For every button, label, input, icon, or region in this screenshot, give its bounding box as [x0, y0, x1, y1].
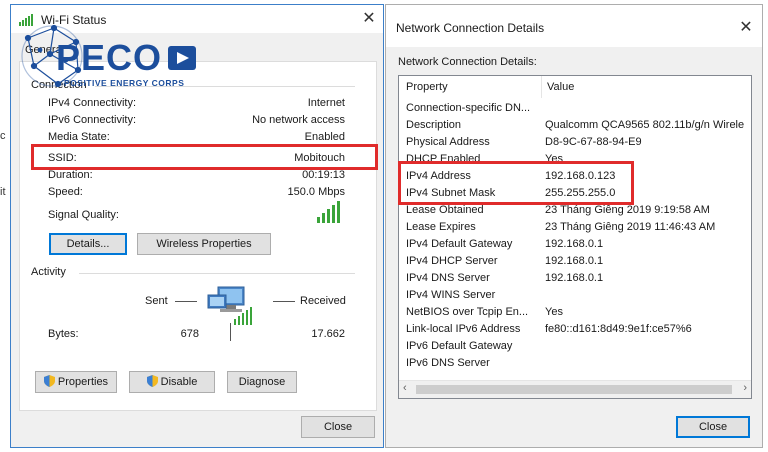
details-row-property: Description	[406, 119, 462, 131]
details-row-property: Lease Obtained	[406, 204, 484, 216]
details-row[interactable]: IPv6 DNS Server	[399, 355, 751, 372]
horizontal-scrollbar[interactable]: ‹ ›	[399, 380, 751, 398]
wifi-close-button[interactable]: Close	[301, 416, 375, 438]
details-window-title: Network Connection Details	[396, 21, 545, 35]
diagnose-button[interactable]: Diagnose	[227, 371, 297, 393]
duration-label: Duration:	[48, 169, 93, 181]
disable-button[interactable]: Disable	[129, 371, 215, 393]
ipv4-highlight-box	[398, 161, 634, 205]
uac-shield-icon	[43, 374, 55, 387]
details-row[interactable]: IPv4 Default Gateway 192.168.0.1	[399, 236, 751, 253]
details-row-property: IPv6 DNS Server	[406, 357, 490, 369]
details-caption: Network Connection Details:	[398, 56, 537, 68]
network-computers-icon	[206, 281, 258, 327]
details-row[interactable]: IPv4 WINS Server	[399, 287, 751, 304]
details-row-property: NetBIOS over Tcpip En...	[406, 306, 529, 318]
details-row[interactable]: NetBIOS over Tcpip En... Yes	[399, 304, 751, 321]
sent-line	[175, 301, 197, 302]
column-header-value[interactable]: Value	[547, 81, 574, 93]
signal-bar	[332, 205, 335, 223]
ipv4-connectivity-value: Internet	[307, 97, 345, 109]
details-row-property: IPv6 Default Gateway	[406, 340, 513, 352]
column-header-property[interactable]: Property	[406, 81, 448, 93]
ipv6-connectivity-value: No network access	[252, 114, 345, 126]
details-close-icon[interactable]: ✕	[734, 17, 758, 39]
details-row-value: D8-9C-67-88-94-E9	[545, 136, 642, 148]
details-row-property: Link-local IPv6 Address	[406, 323, 521, 335]
details-row[interactable]: IPv4 DHCP Server 192.168.0.1	[399, 253, 751, 270]
scroll-left-icon[interactable]: ‹	[403, 382, 407, 394]
bytes-sent-value: 678	[180, 328, 199, 340]
details-listview[interactable]: Property Value Connection-specific DN...…	[398, 75, 752, 399]
bytes-divider	[230, 323, 231, 341]
details-row-property: Physical Address	[406, 136, 490, 148]
details-row-value: 23 Tháng Giêng 2019 9:19:58 AM	[545, 204, 710, 216]
details-row-property: IPv4 Default Gateway	[406, 238, 513, 250]
activity-heading: Activity	[31, 266, 66, 278]
scroll-right-icon[interactable]: ›	[743, 382, 747, 394]
bytes-label: Bytes:	[48, 328, 79, 340]
sent-label: Sent	[145, 295, 168, 307]
background-fragment: c	[0, 130, 6, 142]
media-state-value: Enabled	[304, 131, 345, 143]
signal-bar	[327, 209, 330, 223]
details-row-value: Yes	[545, 306, 563, 318]
ssid-highlight-box	[31, 144, 378, 170]
wireless-properties-button[interactable]: Wireless Properties	[137, 233, 271, 255]
details-row[interactable]: Lease Expires 23 Tháng Giêng 2019 11:46:4…	[399, 219, 751, 236]
peco-logo: PECO POSITIVE ENERGY CORPS	[14, 14, 204, 96]
details-row-value: 23 Tháng Giêng 2019 11:46:43 AM	[545, 221, 716, 233]
properties-button-label: Properties	[57, 376, 109, 388]
ipv4-connectivity-label: IPv4 Connectivity:	[48, 97, 137, 109]
speed-value: 150.0 Mbps	[287, 186, 345, 198]
wifi-close-icon[interactable]: ✕	[357, 8, 381, 30]
network-details-window: Network Connection Details ✕ Network Con…	[385, 4, 763, 448]
details-row-value: 192.168.0.1	[545, 255, 604, 267]
uac-shield-icon	[146, 374, 158, 387]
details-row-value: 192.168.0.1	[545, 238, 604, 250]
properties-button[interactable]: Properties	[35, 371, 117, 393]
details-row[interactable]: Description Qualcomm QCA9565 802.11b/g/n …	[399, 117, 751, 134]
background-fragment: it	[0, 186, 6, 198]
received-label: Received	[300, 295, 346, 307]
details-row-value: Qualcomm QCA9565 802.11b/g/n Wirele	[545, 119, 745, 131]
details-row-property: IPv4 WINS Server	[406, 289, 496, 301]
details-close-button[interactable]: Close	[676, 416, 750, 438]
disable-button-label: Disable	[160, 376, 198, 388]
signal-bar	[337, 201, 340, 223]
media-state-label: Media State:	[48, 131, 110, 143]
details-row-property: IPv4 DNS Server	[406, 272, 490, 284]
ipv6-connectivity-label: IPv6 Connectivity:	[48, 114, 137, 126]
listview-header: Property Value	[399, 76, 751, 98]
peco-wordmark: PECO	[56, 37, 163, 78]
signal-quality-bars	[317, 201, 347, 223]
received-line	[273, 301, 295, 302]
details-row-value: 192.168.0.1	[545, 272, 604, 284]
peco-tagline: POSITIVE ENERGY CORPS	[64, 78, 185, 88]
duration-value: 00:19:13	[302, 169, 345, 181]
scrollbar-thumb[interactable]	[416, 385, 732, 394]
activity-divider	[79, 273, 355, 274]
signal-bar	[322, 213, 325, 223]
details-row-property: Connection-specific DN...	[406, 102, 531, 114]
details-row-value: fe80::d161:8d49:9e1f:ce57%6	[545, 323, 692, 335]
details-row[interactable]: IPv6 Default Gateway	[399, 338, 751, 355]
details-row-property: Lease Expires	[406, 221, 476, 233]
details-row-property: IPv4 DHCP Server	[406, 255, 498, 267]
signal-bar	[317, 217, 320, 223]
details-row[interactable]: Physical Address D8-9C-67-88-94-E9	[399, 134, 751, 151]
details-row[interactable]: Connection-specific DN...	[399, 100, 751, 117]
details-row[interactable]: IPv4 DNS Server 192.168.0.1	[399, 270, 751, 287]
speed-label: Speed:	[48, 186, 83, 198]
details-button[interactable]: Details...	[49, 233, 127, 255]
column-divider[interactable]	[541, 76, 542, 98]
details-titlebar: Network Connection Details ✕	[386, 5, 762, 47]
bytes-received-value: 17.662	[311, 328, 345, 340]
signal-quality-label: Signal Quality:	[48, 209, 119, 221]
details-row[interactable]: Link-local IPv6 Address fe80::d161:8d49:9…	[399, 321, 751, 338]
